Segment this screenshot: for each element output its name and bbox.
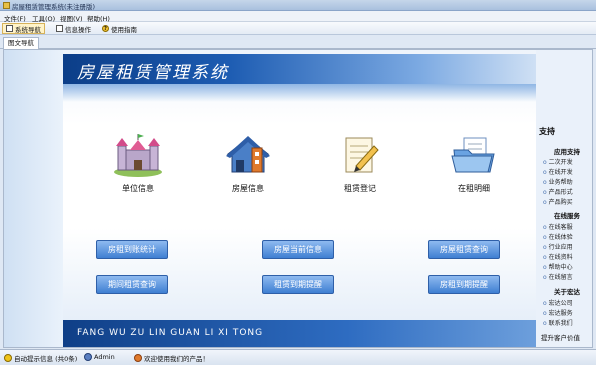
sidebar-footer: 提升客户价值 (541, 334, 580, 342)
app-icon (3, 2, 10, 9)
support-sidebar: 支持 应用支持 二次开发 在线开发 业务帮助 产品形式 产品购买 在线服务 在线… (539, 50, 594, 347)
sidebar-link[interactable]: 二次开发 (543, 157, 573, 166)
title-bar: 房屋租赁管理系统(未注册版) (0, 0, 596, 11)
banner: 房屋租赁管理系统 (63, 54, 536, 102)
nav-house-info-label: 房屋信息 (232, 184, 264, 193)
toolbar-system-nav[interactable]: 系统导航 (2, 23, 45, 34)
sidebar-link[interactable]: 在线留言 (543, 272, 573, 281)
sidebar-group-title: 应用支持 (554, 148, 580, 156)
rent-arrival-stats-button[interactable]: 房租到账统计 (96, 240, 168, 259)
sidebar-link[interactable]: 宏达服务 (543, 308, 573, 317)
banner-title: 房屋租赁管理系统 (77, 63, 229, 83)
toolbar: 系统导航 信息操作 ? 使用指南 (0, 22, 596, 35)
left-decor-band (4, 50, 63, 347)
nav-house-info[interactable]: 房屋信息 (213, 134, 283, 194)
toolbar-guide[interactable]: ? 使用指南 (98, 23, 141, 34)
status-user-label: Admin (94, 353, 115, 361)
sidebar-link[interactable]: 产品购买 (543, 197, 573, 206)
document-icon (56, 25, 63, 32)
user-icon (84, 353, 92, 361)
nav-lease-details-label: 在租明细 (458, 184, 490, 193)
navigation-icon (6, 25, 13, 32)
period-lease-query-button[interactable]: 期间租赁查询 (96, 275, 168, 294)
sidebar-group-title: 关于宏达 (554, 288, 580, 296)
toolbar-system-nav-label: 系统导航 (15, 25, 41, 34)
sidebar-link[interactable]: 宏达公司 (543, 298, 573, 307)
banner-swoosh (63, 84, 536, 102)
toolbar-guide-label: 使用指南 (111, 25, 137, 34)
sidebar-link[interactable]: 业务帮助 (543, 177, 573, 186)
folder-documents-icon (451, 137, 495, 173)
status-bar: 自动提示信息 (共0条) Admin 欢迎使用我们的产品！ (0, 349, 596, 365)
sidebar-link[interactable]: 产品形式 (543, 187, 573, 196)
info-icon (134, 354, 142, 362)
help-icon: ? (102, 25, 109, 32)
nav-unit-info[interactable]: 单位信息 (103, 134, 173, 194)
footer-text: FANG WU ZU LIN GUAN LI XI TONG (77, 328, 264, 338)
menu-bar: 文件(F) 工具(O) 视图(V) 帮助(H) (0, 11, 596, 23)
status-welcome: 欢迎使用我们的产品！ (134, 353, 209, 363)
status-auto-tips-label: 自动提示信息 (共0条) (14, 355, 78, 363)
status-auto-tips[interactable]: 自动提示信息 (共0条) (4, 353, 77, 363)
sidebar-link[interactable]: 行业应用 (543, 242, 573, 251)
sidebar-link[interactable]: 在线开发 (543, 167, 573, 176)
notepad-pencil-icon (345, 137, 379, 173)
window-title: 房屋租赁管理系统(未注册版) (12, 3, 96, 11)
banner-footer: FANG WU ZU LIN GUAN LI XI TONG (63, 320, 536, 347)
castle-icon (114, 134, 162, 177)
house-lease-query-button[interactable]: 房屋租赁查询 (428, 240, 500, 259)
bulb-icon (4, 354, 12, 362)
sidebar-link[interactable]: 在线体验 (543, 232, 573, 241)
nav-panel: 房屋租赁管理系统 单位信息 房屋信息 租赁登记 在租明细 房租到账统计 房屋当前… (63, 50, 536, 347)
nav-lease-registration[interactable]: 租赁登记 (325, 134, 395, 194)
sidebar-link[interactable]: 帮助中心 (543, 262, 573, 271)
content-area: 房屋租赁管理系统 单位信息 房屋信息 租赁登记 在租明细 房租到账统计 房屋当前… (3, 49, 593, 348)
lease-expiry-reminder-button[interactable]: 租赁到期提醒 (262, 275, 334, 294)
nav-unit-info-label: 单位信息 (122, 184, 154, 193)
nav-lease-registration-label: 租赁登记 (344, 184, 376, 193)
sidebar-link[interactable]: 在线客服 (543, 222, 573, 231)
toolbar-info-ops-label: 信息操作 (65, 25, 91, 34)
nav-lease-details[interactable]: 在租明细 (439, 134, 509, 194)
status-user: Admin (84, 353, 115, 361)
house-icon (226, 136, 270, 173)
tab-bar: 图文导航 (0, 35, 596, 49)
sidebar-link[interactable]: 联系我们 (543, 318, 573, 327)
rent-expiry-reminder-button[interactable]: 房租到期提醒 (428, 275, 500, 294)
tab-graphic-nav[interactable]: 图文导航 (3, 37, 39, 49)
support-heading: 支持 (539, 127, 555, 136)
toolbar-info-ops[interactable]: 信息操作 (52, 23, 95, 34)
sidebar-link[interactable]: 在线资料 (543, 252, 573, 261)
sidebar-group-title: 在线服务 (554, 212, 580, 220)
status-welcome-label: 欢迎使用我们的产品！ (144, 355, 209, 363)
house-current-info-button[interactable]: 房屋当前信息 (262, 240, 334, 259)
